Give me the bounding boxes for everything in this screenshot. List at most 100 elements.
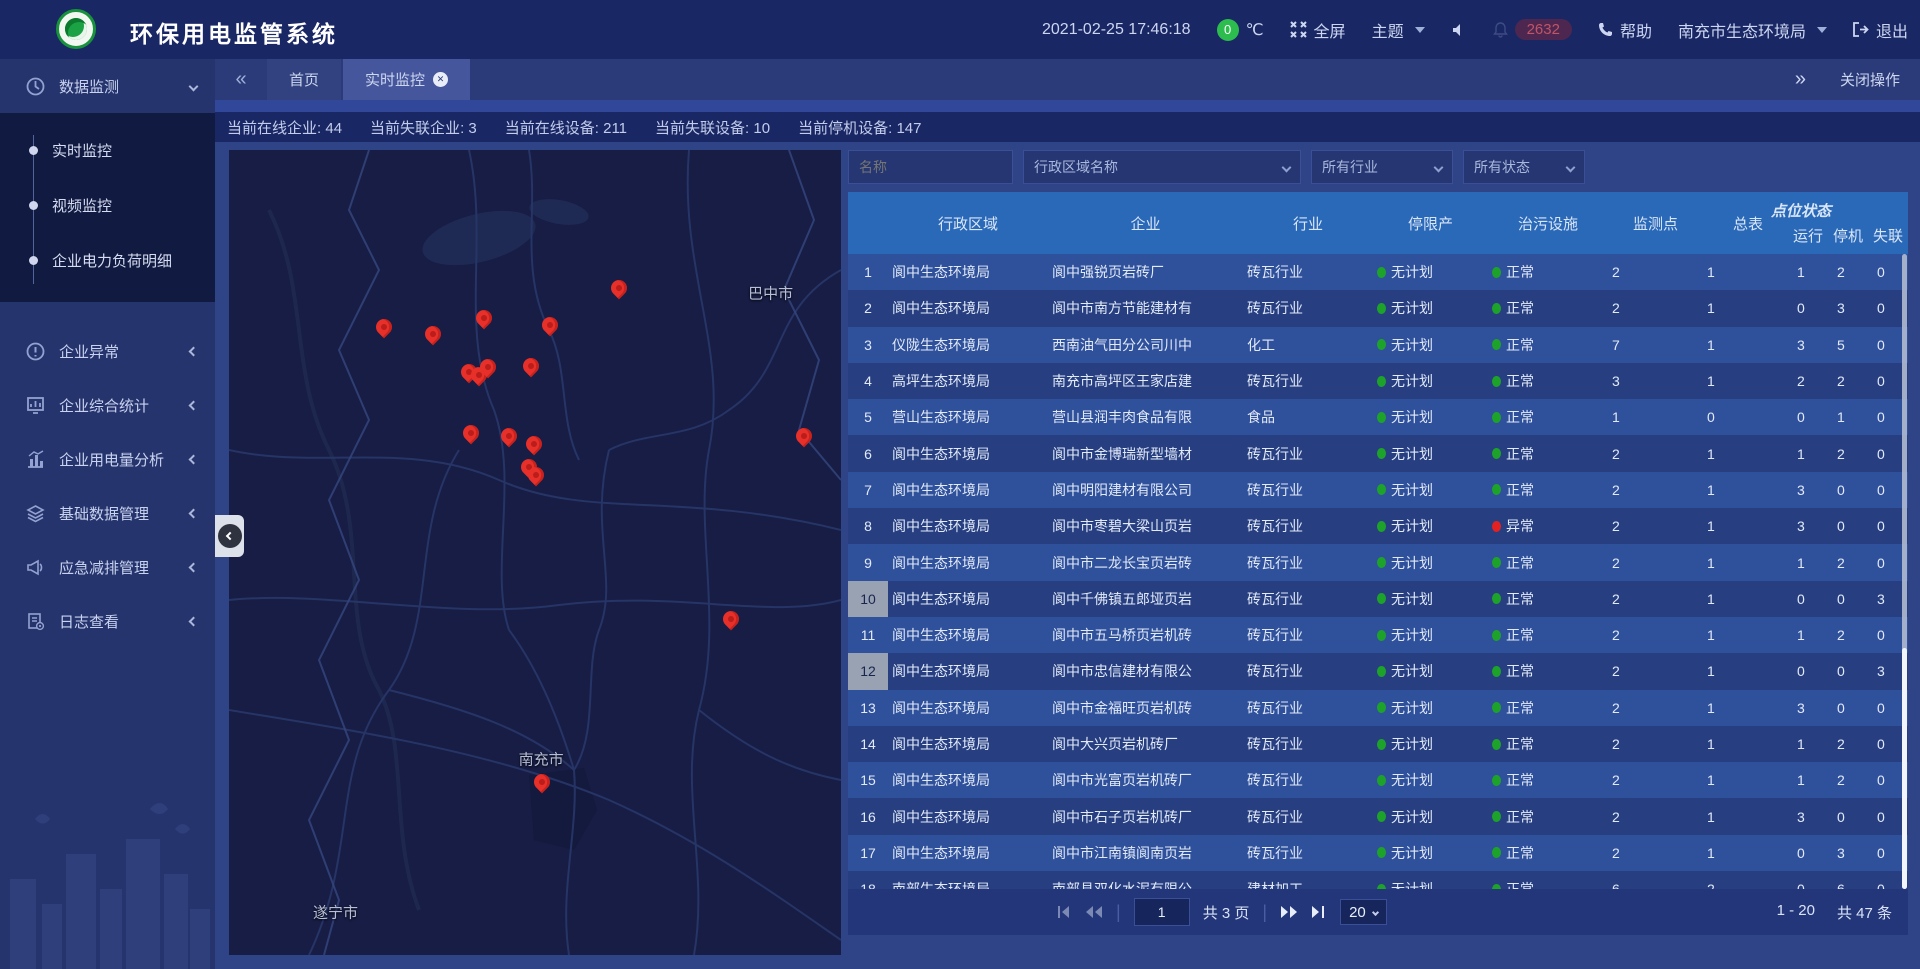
- prev-page-button[interactable]: [1085, 905, 1103, 919]
- status-dot-icon: [1377, 702, 1386, 713]
- temperature-badge: 0: [1217, 19, 1239, 41]
- table-scrollbar[interactable]: [1902, 254, 1907, 889]
- sidebar-item-emergency[interactable]: 应急减排管理: [0, 540, 215, 594]
- cell-total: 1: [1703, 544, 1793, 580]
- tabs-scroll-left-button[interactable]: «: [215, 59, 267, 100]
- cell-company: 阆中市五马桥页岩机砖: [1048, 617, 1243, 653]
- cell-facility: 正常: [1488, 798, 1608, 834]
- status-dot-icon: [1492, 702, 1501, 713]
- cell-total: 1: [1703, 617, 1793, 653]
- sidebar-item-realtime-monitor[interactable]: 实时监控: [0, 123, 215, 178]
- cell-company: 阆中市金博瑞新型墙材: [1048, 435, 1243, 471]
- status-dot-icon: [1492, 412, 1501, 423]
- table-row[interactable]: 1 阆中生态环境局 阆中强锐页岩砖厂 砖瓦行业 无计划 正常 2 1 1 2 0: [848, 254, 1908, 290]
- sidebar-item-base-data[interactable]: 基础数据管理: [0, 486, 215, 540]
- cell-run: 0: [1793, 290, 1833, 326]
- page-size-select[interactable]: 20: [1340, 899, 1387, 925]
- sidebar-item-power-load-detail[interactable]: 企业电力负荷明细: [0, 233, 215, 288]
- cell-facility: 正常: [1488, 254, 1608, 290]
- status-dot-icon: [1377, 847, 1386, 858]
- tab-home[interactable]: 首页: [267, 59, 341, 100]
- first-page-button[interactable]: [1056, 905, 1072, 919]
- sidebar-collapse-button[interactable]: [215, 515, 244, 557]
- cell-run: 3: [1793, 472, 1833, 508]
- table-row[interactable]: 17 阆中生态环境局 阆中市江南镇阆南页岩 砖瓦行业 无计划 正常 2 1 0 …: [848, 835, 1908, 871]
- tab-close-icon[interactable]: ✕: [433, 72, 448, 87]
- status-dot-icon: [1377, 448, 1386, 459]
- next-page-button[interactable]: [1280, 905, 1298, 919]
- name-search-input[interactable]: [848, 150, 1013, 184]
- map[interactable]: 巴中市南充市遂宁市: [229, 150, 841, 955]
- theme-dropdown[interactable]: 主题: [1372, 18, 1425, 42]
- table-row[interactable]: 7 阆中生态环境局 阆中明阳建材有限公司 砖瓦行业 无计划 正常 2 1 3 0…: [848, 472, 1908, 508]
- table-row[interactable]: 11 阆中生态环境局 阆中市五马桥页岩机砖 砖瓦行业 无计划 正常 2 1 1 …: [848, 617, 1908, 653]
- table-row[interactable]: 13 阆中生态环境局 阆中市金福旺页岩机砖 砖瓦行业 无计划 正常 2 1 3 …: [848, 690, 1908, 726]
- status-dot-icon: [1377, 267, 1386, 278]
- table-row[interactable]: 4 高坪生态环境局 南充市高坪区王家店建 砖瓦行业 无计划 正常 3 1 2 2…: [848, 363, 1908, 399]
- table-row[interactable]: 18 南部生态环境局 南部县双化水泥有限公 建材加工 无计划 正常 6 2 0 …: [848, 871, 1908, 889]
- status-select[interactable]: 所有状态: [1463, 150, 1585, 184]
- status-dot-icon: [1492, 376, 1501, 387]
- cell-company: 阆中市南方节能建材有: [1048, 290, 1243, 326]
- cell-run: 1: [1793, 726, 1833, 762]
- tabs-scroll-right-button[interactable]: »: [1795, 68, 1806, 91]
- sidebar-item-enterprise-stats[interactable]: 企业综合统计: [0, 378, 215, 432]
- cell-total: 1: [1703, 653, 1793, 689]
- table-row[interactable]: 8 阆中生态环境局 阆中市枣碧大梁山页岩 砖瓦行业 无计划 异常 2 1 3 0…: [848, 508, 1908, 544]
- status-dot-icon: [1492, 339, 1501, 350]
- cell-monitor: 2: [1608, 435, 1703, 471]
- cell-industry: 砖瓦行业: [1243, 617, 1373, 653]
- megaphone-icon: [26, 558, 45, 577]
- cell-region: 阆中生态环境局: [888, 435, 1048, 471]
- page-number-input[interactable]: [1134, 898, 1190, 926]
- last-page-button[interactable]: [1311, 905, 1327, 919]
- chevron-down-icon: [1282, 162, 1292, 172]
- cell-index: 18: [848, 871, 888, 889]
- table-row[interactable]: 2 阆中生态环境局 阆中市南方节能建材有 砖瓦行业 无计划 正常 2 1 0 3…: [848, 290, 1908, 326]
- table-row[interactable]: 9 阆中生态环境局 阆中市二龙长宝页岩砖 砖瓦行业 无计划 正常 2 1 1 2…: [848, 544, 1908, 580]
- cell-plan: 无计划: [1373, 254, 1488, 290]
- cell-stop: 5: [1833, 327, 1873, 363]
- sidebar-item-data-monitor[interactable]: 数据监测: [0, 59, 215, 113]
- cell-industry: 砖瓦行业: [1243, 835, 1373, 871]
- sidebar-item-enterprise-abnormal[interactable]: 企业异常: [0, 324, 215, 378]
- status-dot-icon: [1377, 811, 1386, 822]
- mute-button[interactable]: [1451, 22, 1467, 38]
- notification-area[interactable]: 2632: [1493, 19, 1572, 40]
- table-row[interactable]: 12 阆中生态环境局 阆中市忠信建材有限公 砖瓦行业 无计划 正常 2 1 0 …: [848, 653, 1908, 689]
- region-select[interactable]: 行政区域名称: [1023, 150, 1301, 184]
- table-row[interactable]: 5 营山生态环境局 营山县润丰肉食品有限 食品 无计划 正常 1 0 0 1 0: [848, 399, 1908, 435]
- sidebar-item-logs[interactable]: 日志查看: [0, 594, 215, 648]
- cell-company: 阆中市枣碧大梁山页岩: [1048, 508, 1243, 544]
- table-row[interactable]: 10 阆中生态环境局 阆中千佛镇五郎垭页岩 砖瓦行业 无计划 正常 2 1 0 …: [848, 581, 1908, 617]
- org-dropdown[interactable]: 南充市生态环境局: [1678, 18, 1827, 42]
- cell-monitor: 2: [1608, 835, 1703, 871]
- cell-index: 13: [848, 690, 888, 726]
- sidebar-item-video-monitor[interactable]: 视频监控: [0, 178, 215, 233]
- logout-button[interactable]: 退出: [1853, 18, 1908, 42]
- table-row[interactable]: 14 阆中生态环境局 阆中大兴页岩机砖厂 砖瓦行业 无计划 正常 2 1 1 2…: [848, 726, 1908, 762]
- table-row[interactable]: 15 阆中生态环境局 阆中市光富页岩机砖厂 砖瓦行业 无计划 正常 2 1 1 …: [848, 762, 1908, 798]
- status-dot-icon: [1492, 521, 1501, 532]
- table-row[interactable]: 6 阆中生态环境局 阆中市金博瑞新型墙材 砖瓦行业 无计划 正常 2 1 1 2…: [848, 435, 1908, 471]
- col-index: [848, 192, 888, 254]
- sidebar-item-power-analysis[interactable]: 企业用电量分析: [0, 432, 215, 486]
- fullscreen-button[interactable]: 全屏: [1290, 18, 1346, 42]
- col-monitor: 监测点: [1608, 192, 1703, 254]
- scrollbar-thumb[interactable]: [1902, 648, 1907, 889]
- help-button[interactable]: 帮助: [1598, 18, 1652, 42]
- cell-monitor: 2: [1608, 581, 1703, 617]
- cell-run: 1: [1793, 544, 1833, 580]
- cell-facility: 正常: [1488, 690, 1608, 726]
- cell-monitor: 2: [1608, 290, 1703, 326]
- app-logo-icon: [56, 9, 96, 49]
- close-operations-button[interactable]: 关闭操作: [1840, 69, 1900, 90]
- cell-industry: 砖瓦行业: [1243, 653, 1373, 689]
- tab-realtime-monitor[interactable]: 实时监控 ✕: [343, 59, 470, 100]
- table-row[interactable]: 16 阆中生态环境局 阆中市石子页岩机砖厂 砖瓦行业 无计划 正常 2 1 3 …: [848, 798, 1908, 834]
- cell-index: 15: [848, 762, 888, 798]
- table-row[interactable]: 3 仪陇生态环境局 西南油气田分公司川中 化工 无计划 正常 7 1 3 5 0: [848, 327, 1908, 363]
- layers-icon: [26, 504, 45, 523]
- name-input-field[interactable]: [859, 159, 1002, 175]
- industry-select[interactable]: 所有行业: [1311, 150, 1453, 184]
